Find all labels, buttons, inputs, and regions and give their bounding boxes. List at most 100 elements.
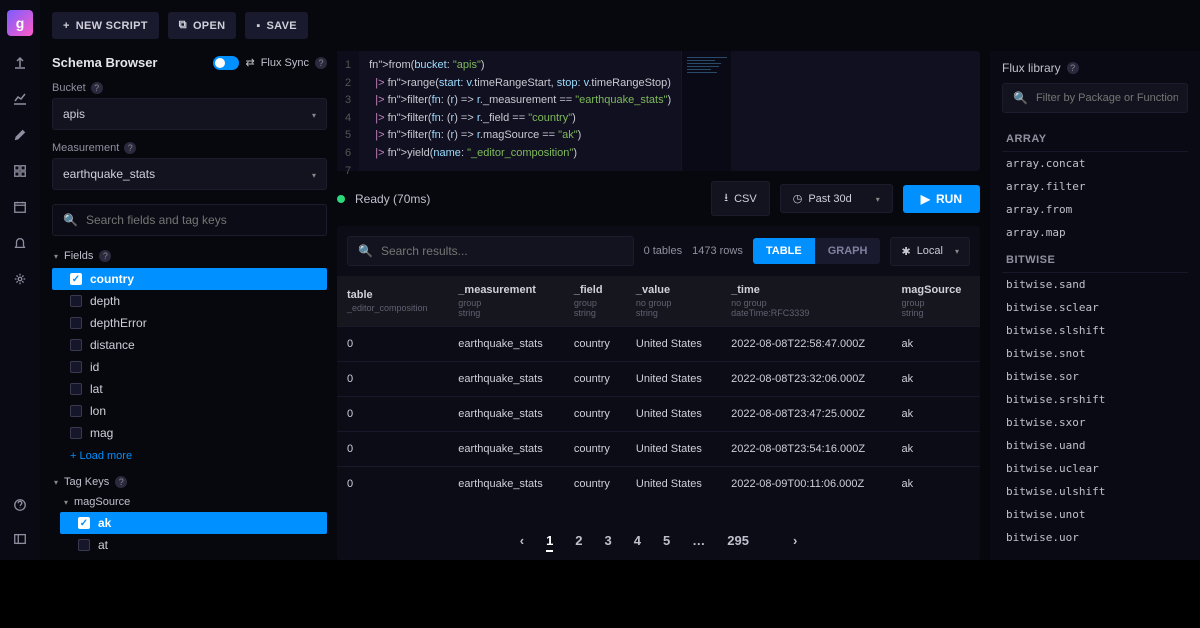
lib-category[interactable]: BITWISE [1002, 248, 1188, 273]
csv-button[interactable]: ⭳CSV [711, 181, 769, 216]
info-icon[interactable]: ? [91, 82, 103, 94]
lib-function[interactable]: array.concat [1002, 152, 1188, 175]
flux-sync-toggle[interactable] [213, 56, 239, 70]
results-search[interactable]: 🔍 [347, 236, 634, 266]
gear-icon[interactable] [11, 270, 29, 288]
lib-function[interactable]: bitwise.sor [1002, 365, 1188, 388]
tag-value-item[interactable]: at [60, 534, 327, 556]
column-header[interactable]: _valueno groupstring [626, 276, 721, 327]
table-row[interactable]: 0earthquake_statscountryUnited States202… [337, 467, 980, 502]
column-header[interactable]: table_editor_composition [337, 276, 448, 327]
tag-value-item[interactable]: av [60, 556, 327, 560]
lib-function[interactable]: bitwise.srshift [1002, 388, 1188, 411]
bell-icon[interactable] [11, 234, 29, 252]
page-number[interactable]: 295 [727, 533, 749, 548]
table-row[interactable]: 0earthquake_statscountryUnited States202… [337, 397, 980, 432]
flux-search[interactable]: 🔍 [1002, 83, 1188, 113]
column-header[interactable]: _timeno groupdateTime:RFC3339 [721, 276, 891, 327]
collapse-icon[interactable] [11, 530, 29, 548]
table-row[interactable]: 0earthquake_statscountryUnited States202… [337, 362, 980, 397]
info-icon[interactable]: ? [115, 476, 127, 488]
save-button[interactable]: ▪SAVE [245, 12, 308, 39]
lib-function[interactable]: bitwise.snot [1002, 342, 1188, 365]
lib-function[interactable]: bitwise.ulshift [1002, 480, 1188, 503]
chevron-down-icon[interactable] [54, 476, 58, 488]
pencil-icon[interactable] [11, 126, 29, 144]
page-number[interactable]: 1 [546, 533, 553, 552]
flux-sync-label: Flux Sync [261, 57, 309, 69]
lib-function[interactable]: bitwise.slshift [1002, 319, 1188, 342]
field-item[interactable]: lat [52, 378, 327, 400]
fields-group[interactable]: Fields [64, 250, 93, 262]
lib-function[interactable]: bitwise.sand [1002, 273, 1188, 296]
column-header[interactable]: _measurementgroupstring [448, 276, 564, 327]
lib-function[interactable]: bitwise.uand [1002, 434, 1188, 457]
lib-function[interactable]: bitwise.sclear [1002, 296, 1188, 319]
field-item[interactable]: distance [52, 334, 327, 356]
tagkey-name[interactable]: magSource [74, 496, 130, 508]
info-icon[interactable]: ? [99, 250, 111, 262]
lib-function[interactable]: array.from [1002, 198, 1188, 221]
calendar-icon[interactable] [11, 198, 29, 216]
page-next[interactable]: › [793, 533, 797, 548]
run-button[interactable]: ▶RUN [903, 185, 980, 213]
info-icon[interactable]: ? [1067, 62, 1079, 74]
chart-icon[interactable] [11, 90, 29, 108]
field-item[interactable]: mag [52, 422, 327, 444]
help-icon[interactable] [11, 496, 29, 514]
results-search-input[interactable] [381, 244, 623, 258]
measurement-select[interactable]: earthquake_stats [52, 158, 327, 190]
lib-function[interactable]: bitwise.unot [1002, 503, 1188, 526]
field-item[interactable]: depthError [52, 312, 327, 334]
page-number[interactable]: 5 [663, 533, 670, 548]
tag-value-item[interactable]: ak [60, 512, 327, 534]
rows-count: 1473 rows [692, 245, 743, 257]
search-icon: 🔍 [63, 213, 78, 227]
checkbox-icon [70, 339, 82, 351]
lib-function[interactable]: bitwise.urshift [1002, 549, 1188, 550]
lib-function[interactable]: array.filter [1002, 175, 1188, 198]
field-item[interactable]: depth [52, 290, 327, 312]
load-more-button[interactable]: + Load more [52, 444, 327, 468]
info-icon[interactable]: ? [124, 142, 136, 154]
tab-graph[interactable]: GRAPH [815, 238, 881, 264]
timerange-select[interactable]: ◷Past 30d [780, 184, 893, 213]
chevron-down-icon[interactable] [64, 496, 68, 508]
flux-search-input[interactable] [1036, 92, 1178, 104]
column-header[interactable]: magSourcegroupstring [892, 276, 981, 327]
sync-icon: ⇄ [245, 56, 254, 69]
table-row[interactable]: 0earthquake_statscountryUnited States202… [337, 327, 980, 362]
page-number[interactable]: 4 [634, 533, 641, 548]
field-item[interactable]: id [52, 356, 327, 378]
page-number[interactable]: 3 [605, 533, 612, 548]
table-row[interactable]: 0earthquake_statscountryUnited States202… [337, 432, 980, 467]
minimap[interactable] [681, 51, 731, 171]
code-editor[interactable]: 1234567 fn">from(bucket: "apis") |> fn">… [337, 51, 980, 171]
app-logo[interactable]: g [7, 10, 33, 36]
chevron-down-icon[interactable] [54, 250, 58, 262]
page-number: … [692, 533, 705, 548]
info-icon[interactable]: ? [315, 57, 327, 69]
lib-function[interactable]: bitwise.uor [1002, 526, 1188, 549]
open-button[interactable]: ⧉OPEN [168, 12, 237, 39]
upload-icon[interactable] [11, 54, 29, 72]
lib-function[interactable]: array.map [1002, 221, 1188, 244]
dashboard-icon[interactable] [11, 162, 29, 180]
timezone-select[interactable]: ✱Local [890, 237, 970, 266]
open-icon: ⧉ [179, 19, 187, 32]
schema-search[interactable]: 🔍 [52, 204, 327, 236]
bucket-select[interactable]: apis [52, 98, 327, 130]
lib-category[interactable]: ARRAY [1002, 127, 1188, 152]
page-number[interactable]: 2 [575, 533, 582, 548]
page-prev[interactable]: ‹ [520, 533, 524, 548]
lib-function[interactable]: bitwise.uclear [1002, 457, 1188, 480]
column-header[interactable]: _fieldgroupstring [564, 276, 626, 327]
tagkeys-group[interactable]: Tag Keys [64, 476, 109, 488]
lib-function[interactable]: bitwise.sxor [1002, 411, 1188, 434]
schema-search-input[interactable] [86, 213, 316, 227]
checkbox-icon [70, 295, 82, 307]
field-item[interactable]: country [52, 268, 327, 290]
new-script-button[interactable]: +NEW SCRIPT [52, 12, 159, 39]
field-item[interactable]: lon [52, 400, 327, 422]
tab-table[interactable]: TABLE [753, 238, 815, 264]
